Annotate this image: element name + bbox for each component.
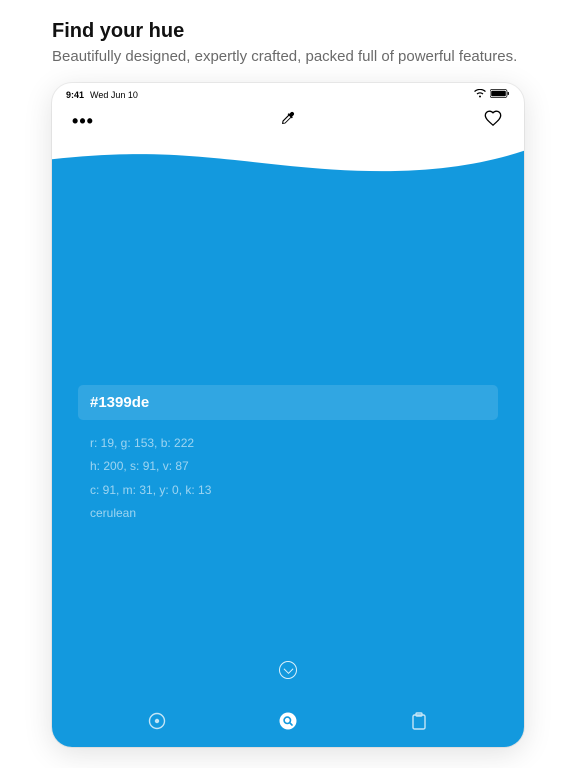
wifi-icon bbox=[474, 89, 486, 100]
tab-bar bbox=[52, 703, 524, 747]
heart-icon[interactable] bbox=[484, 110, 502, 131]
eyedropper-icon[interactable] bbox=[280, 110, 296, 131]
status-bar: 9:41 Wed Jun 10 bbox=[52, 83, 524, 102]
marketing-header: Find your hue Beautifully designed, expe… bbox=[0, 0, 576, 79]
status-date: Wed Jun 10 bbox=[90, 90, 138, 100]
page-title: Find your hue bbox=[52, 20, 524, 43]
rgb-value: r: 19, g: 153, b: 222 bbox=[78, 432, 498, 455]
tab-search-icon[interactable] bbox=[278, 711, 298, 731]
status-time: 9:41 bbox=[66, 90, 84, 100]
color-swatch-area: #1399de r: 19, g: 153, b: 222 h: 200, s:… bbox=[52, 145, 524, 747]
device-screenshot: 9:41 Wed Jun 10 ••• bbox=[52, 83, 524, 747]
more-button[interactable]: ••• bbox=[72, 112, 94, 130]
cmyk-value: c: 91, m: 31, y: 0, k: 13 bbox=[78, 479, 498, 502]
wave-divider bbox=[52, 144, 524, 178]
toolbar: ••• bbox=[52, 102, 524, 145]
tab-focus-icon[interactable] bbox=[147, 711, 167, 731]
color-info: #1399de r: 19, g: 153, b: 222 h: 200, s:… bbox=[78, 385, 498, 525]
expand-button[interactable] bbox=[279, 661, 297, 679]
tab-clipboard-icon[interactable] bbox=[409, 711, 429, 731]
color-name: cerulean bbox=[78, 502, 498, 525]
battery-icon bbox=[490, 89, 510, 100]
hsv-value: h: 200, s: 91, v: 87 bbox=[78, 455, 498, 478]
hex-value[interactable]: #1399de bbox=[78, 385, 498, 420]
page-subtitle: Beautifully designed, expertly crafted, … bbox=[52, 47, 524, 67]
